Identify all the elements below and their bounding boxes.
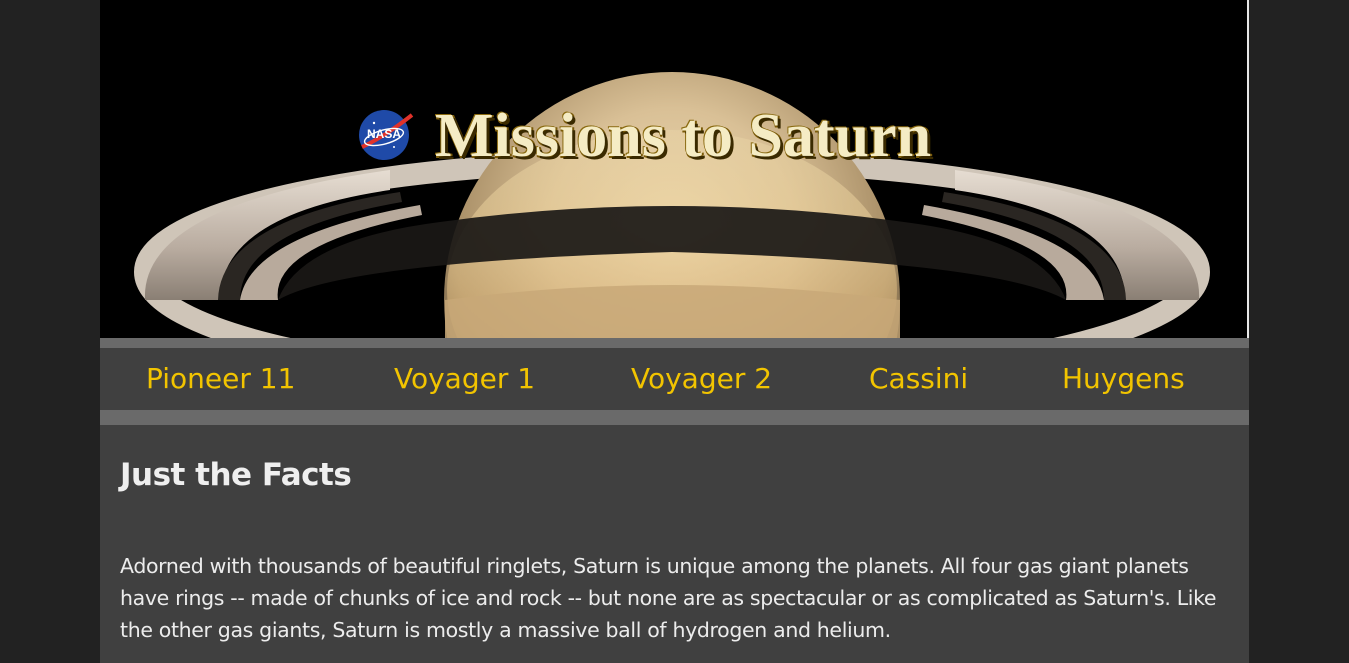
nav-link-voyager-2[interactable]: Voyager 2 <box>631 360 772 398</box>
section-heading: Just the Facts <box>120 457 352 493</box>
section-paragraph: Adorned with thousands of beautiful ring… <box>120 554 1217 642</box>
header-banner: NASA Missions to Saturn <box>100 0 1249 338</box>
nav-link-huygens[interactable]: Huygens <box>1062 360 1185 398</box>
mission-nav: Pioneer 11 Voyager 1 Voyager 2 Cassini H… <box>100 348 1249 410</box>
nav-link-cassini[interactable]: Cassini <box>869 360 968 398</box>
nav-link-voyager-1[interactable]: Voyager 1 <box>394 360 535 398</box>
nav-divider-bottom <box>100 410 1249 425</box>
nasa-logo-text: NASA <box>367 127 401 141</box>
page-container: NASA Missions to Saturn Pioneer 11 Voyag… <box>100 0 1249 663</box>
site-title: Missions to Saturn <box>435 102 932 170</box>
nasa-meatball-icon: NASA <box>356 107 414 161</box>
nav-link-pioneer-11[interactable]: Pioneer 11 <box>146 360 295 398</box>
nav-divider-top <box>100 338 1249 348</box>
